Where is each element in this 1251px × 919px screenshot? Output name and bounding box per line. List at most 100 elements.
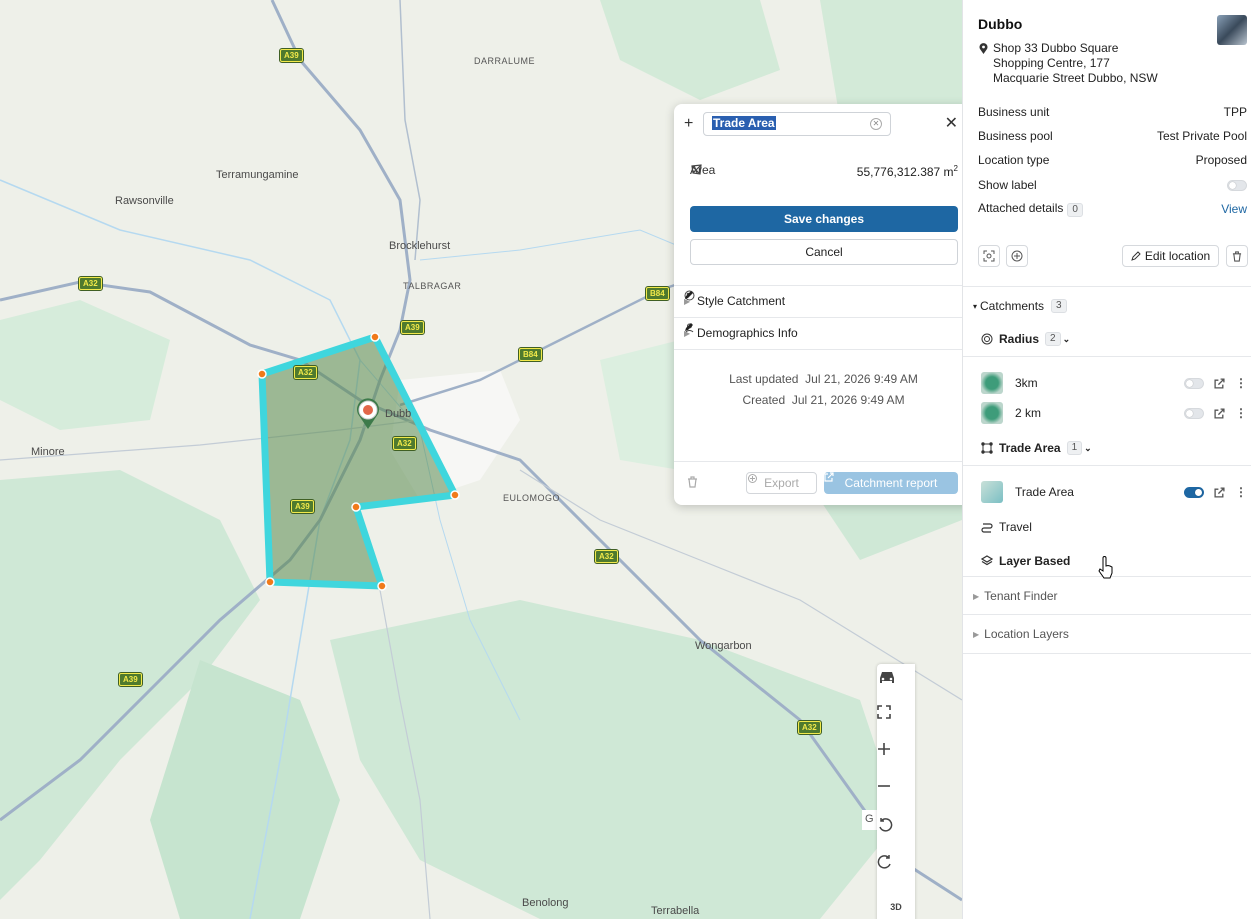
show-label-row: Show label: [978, 176, 1247, 194]
tenant-finder-label: Tenant Finder: [984, 589, 1058, 603]
chevron-down-icon: ⌄: [1084, 442, 1092, 453]
route-shield: A32: [594, 549, 619, 564]
catchment-visibility-toggle[interactable]: [1184, 486, 1204, 498]
catchments-header[interactable]: ▾ Catchments 3: [973, 299, 1067, 313]
catchment-name: 2 km: [1015, 406, 1042, 420]
focus-location-button[interactable]: [978, 245, 1000, 267]
travel-label: Travel: [999, 520, 1032, 534]
catchment-thumbnail: [981, 481, 1003, 503]
place-label: Wongarbon: [695, 640, 752, 652]
address-line: Macquarie Street Dubbo, NSW: [993, 71, 1158, 85]
catchment-thumbnail: [981, 372, 1003, 394]
divider: [963, 465, 1251, 466]
layers-icon: [981, 555, 993, 566]
pencil-icon: [685, 291, 693, 299]
place-label: Dubb: [385, 408, 412, 420]
catchment-item[interactable]: 3km ⋮: [981, 371, 1247, 395]
created: Created Jul 21, 2026 9:49 AM: [674, 393, 962, 407]
catchment-item[interactable]: Trade Area ⋮: [981, 480, 1247, 504]
radius-group-header[interactable]: Radius 2 ⌄: [981, 332, 1070, 346]
address-line: Shopping Centre, 177: [993, 56, 1110, 70]
more-options-icon[interactable]: ⋮: [1235, 485, 1247, 499]
map-canvas[interactable]: Terramungamine Rawsonville DARRALUME Bro…: [0, 0, 962, 919]
delete-location-button[interactable]: [1226, 245, 1248, 267]
divider: [963, 653, 1251, 654]
catchment-thumbnail: [981, 402, 1003, 424]
trade-area-name-input[interactable]: Trade Area ✕: [703, 112, 891, 136]
add-catchment-button[interactable]: [1006, 245, 1028, 267]
export-icon: [748, 474, 757, 483]
trade-area-count-badge: 1: [1066, 441, 1083, 455]
divider: [963, 614, 1251, 615]
attached-details-label: Attached details: [978, 201, 1064, 215]
created-value: Jul 21, 2026 9:49 AM: [791, 393, 905, 407]
address-line: Shop 33 Dubbo Square: [993, 41, 1119, 55]
caret-down-icon: ▾: [973, 301, 978, 311]
cancel-button[interactable]: Cancel: [690, 239, 958, 265]
edit-location-button[interactable]: Edit location: [1122, 245, 1219, 267]
show-label-toggle[interactable]: [1227, 179, 1247, 191]
caret-right-icon: ▶: [973, 591, 980, 601]
place-label: Terramungamine: [216, 169, 299, 181]
catchment-visibility-toggle[interactable]: [1184, 407, 1204, 419]
caret-right-icon: ▶: [973, 629, 980, 639]
catchment-visibility-toggle[interactable]: [1184, 377, 1204, 389]
clear-input-icon[interactable]: ✕: [870, 118, 882, 130]
location-thumbnail[interactable]: [1217, 15, 1247, 45]
zoom-in-icon[interactable]: [877, 742, 915, 772]
detail-value: Proposed: [1195, 153, 1247, 167]
3d-icon[interactable]: 3D: [877, 892, 915, 919]
travel-route-icon: [981, 523, 993, 533]
demographics-info-section[interactable]: ▶ Demographics Info: [684, 322, 962, 344]
open-external-icon[interactable]: [1214, 407, 1225, 419]
open-external-icon[interactable]: [1214, 377, 1225, 389]
more-options-icon[interactable]: ⋮: [1235, 376, 1247, 390]
place-label: EULOMOGO: [503, 493, 561, 503]
external-link-icon: [824, 472, 834, 482]
place-label: Rawsonville: [115, 195, 174, 207]
add-icon[interactable]: +: [684, 115, 693, 133]
detail-value: TPP: [1223, 105, 1247, 119]
rotate-left-icon[interactable]: [877, 817, 915, 847]
trade-area-group-header[interactable]: Trade Area 1 ⌄: [981, 441, 1092, 455]
travel-group-header[interactable]: Travel: [981, 520, 1032, 534]
export-button[interactable]: Export: [746, 472, 817, 494]
more-options-icon[interactable]: ⋮: [1235, 406, 1247, 420]
rotate-right-icon[interactable]: [877, 854, 915, 884]
area-unit-sup: 2: [953, 164, 958, 173]
map-pin-icon: [979, 43, 988, 57]
place-label: Brocklehurst: [389, 240, 451, 252]
last-updated: Last updated Jul 21, 2026 9:49 AM: [674, 372, 962, 386]
car-icon[interactable]: [877, 669, 915, 699]
divider: [674, 349, 962, 350]
created-label: Created: [742, 393, 786, 407]
polygon-icon: [981, 442, 993, 454]
layer-based-group-header[interactable]: Layer Based: [981, 554, 1070, 568]
view-link[interactable]: View: [1221, 202, 1247, 216]
attached-details-row: Attached details 0 View: [978, 200, 1247, 218]
last-updated-label: Last updated: [729, 372, 799, 386]
section-label: Style Catchment: [697, 294, 786, 308]
catchment-name: Trade Area: [1015, 485, 1074, 499]
zoom-out-icon[interactable]: [877, 779, 915, 809]
detail-label: Location type: [978, 153, 1050, 167]
open-external-icon[interactable]: [1214, 486, 1225, 498]
trade-area-label: Trade Area: [999, 441, 1061, 455]
save-changes-button[interactable]: Save changes: [690, 206, 958, 232]
close-icon[interactable]: ✕: [945, 113, 958, 133]
detail-label: Business unit: [978, 105, 1050, 119]
location-panel: Dubbo Shop 33 Dubbo Square Shopping Cent…: [962, 0, 1251, 919]
place-label: TALBRAGAR: [403, 281, 462, 291]
divider: [674, 461, 962, 462]
location-layers-section[interactable]: ▶ Location Layers: [973, 627, 1069, 641]
area-label: Area: [690, 163, 715, 177]
tenant-finder-section[interactable]: ▶ Tenant Finder: [973, 589, 1058, 603]
route-shield: A39: [279, 48, 304, 63]
catchment-item[interactable]: 2 km ⋮: [981, 401, 1247, 425]
style-catchment-section[interactable]: ▶ Style Catchment: [684, 290, 962, 312]
section-label: Demographics Info: [697, 326, 798, 340]
catchment-report-button[interactable]: Catchment report: [824, 472, 958, 494]
fullscreen-icon[interactable]: [877, 705, 915, 735]
route-shield: A39: [290, 499, 315, 514]
detail-business-pool: Business pool Test Private Pool: [978, 127, 1247, 145]
